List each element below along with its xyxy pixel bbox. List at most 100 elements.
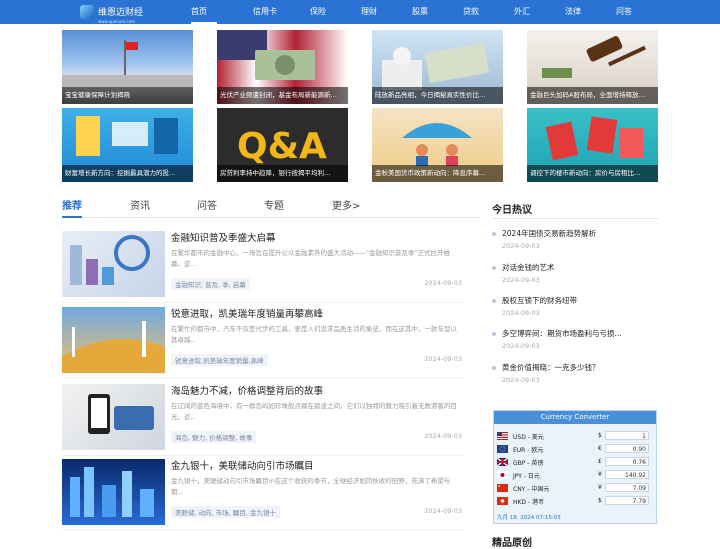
nav-loans[interactable]: 贷款 (463, 0, 503, 24)
nav-qa[interactable]: 问答 (616, 0, 656, 24)
tab-qa[interactable]: 问答 (197, 197, 217, 216)
currency-symbol: $ (598, 497, 602, 504)
currency-code: GBP - 英镑 (513, 460, 544, 467)
logo-icon (80, 5, 94, 19)
hot-item-date: 2024-09-03 (502, 309, 540, 317)
main-nav: 首页 信用卡 保险 理财 股票 贷款 外汇 法律 问答 (180, 0, 656, 24)
tab-recommend[interactable]: 推荐 (62, 197, 82, 218)
logo-domain: www.openum.com (98, 19, 135, 24)
logo-name: 维恩迈财经 (98, 8, 144, 18)
article-tags[interactable]: 锐意进取,凯美瑞年度销量,高峰 (171, 354, 268, 366)
featured-caption: 金秋美国货币政策新动向：降息序幕… (372, 165, 503, 182)
currency-code: HKD - 港币 (513, 499, 545, 506)
featured-tile[interactable]: 金秋美国货币政策新动向：降息序幕… (372, 108, 503, 182)
article-item[interactable]: 金九银十，美联储动向引市场瞩目 金九银十，美联储动向引市场瞩目\n在这个收获的季… (62, 459, 462, 525)
nav-stocks[interactable]: 股票 (412, 0, 452, 24)
currency-amount-input[interactable]: 7.09 (605, 483, 649, 492)
featured-caption: 陆放新品亮相，今日揭秘真实性价比… (372, 87, 503, 104)
article-thumbnail[interactable] (62, 231, 165, 297)
hot-item-date: 2024-09-03 (502, 376, 540, 384)
nav-credit-card[interactable]: 信用卡 (253, 0, 293, 24)
article-summary: 在繁忙的都市中，汽车不仅是代步的工具，更是人们追求品质生活的象征。而在这其中，一… (171, 325, 457, 344)
hot-item-date: 2024-09-03 (502, 276, 540, 284)
article-thumbnail[interactable] (62, 459, 165, 525)
tab-news[interactable]: 资讯 (130, 197, 150, 216)
featured-tile[interactable]: 金融巨头加码A股布局，全面增持释放… (527, 30, 658, 104)
divider (62, 378, 462, 379)
featured-caption: 财富增长新方向：挖掘最具潜力的投… (62, 165, 193, 182)
bullet-icon (492, 232, 496, 236)
featured-tile[interactable]: 宝宝健康保障计划揭晓 (62, 30, 193, 104)
featured-caption: 房贷利率持中趋降，银行按揭平均利… (217, 165, 348, 182)
article-tags[interactable]: 美联储, 动向, 市场, 瞩目, 金九银十 (171, 506, 281, 518)
hot-item-title[interactable]: 多空博弈间：期货市场盈利与亏损... (502, 328, 622, 339)
currency-code: EUR - 欧元 (513, 447, 544, 454)
currency-amount-input[interactable]: 1 (605, 431, 649, 440)
currency-row: HKD - 港币 $ 7.79 (497, 495, 653, 507)
article-title[interactable]: 锐意进取，凯美瑞年度销量再攀高峰 (171, 306, 323, 320)
featured-tile[interactable]: 陆放新品亮相，今日揭秘真实性价比… (372, 30, 503, 104)
hongkong-flag-icon (497, 497, 508, 505)
hot-item-date: 2024-09-03 (502, 342, 540, 350)
currency-row: GBP - 英镑 £ 0.76 (497, 456, 653, 468)
featured-tile[interactable]: Q&A 房贷利率持中趋降，银行按揭平均利… (217, 108, 348, 182)
currency-symbol: ¥ (598, 484, 602, 491)
currency-code: JPY - 日元 (513, 473, 540, 480)
article-item[interactable]: 锐意进取，凯美瑞年度销量再攀高峰 在繁忙的都市中，汽车不仅是代步的工具，更是人们… (62, 307, 462, 373)
site-logo[interactable]: 维恩迈财经 www.openum.com (80, 3, 144, 24)
tab-more[interactable]: 更多> (332, 197, 360, 216)
top-navbar: 维恩迈财经 www.openum.com 首页 信用卡 保险 理财 股票 贷款 … (0, 0, 720, 24)
hot-item-title[interactable]: 股权互锁下的财务纽带 (502, 295, 577, 306)
bullet-icon (492, 366, 496, 370)
article-title[interactable]: 海岛魅力不减，价格调整背后的故事 (171, 383, 323, 397)
featured-tile[interactable]: 光伏产业频遭封闭，基金布局新能源新… (217, 30, 348, 104)
hot-item-title[interactable]: 对话金钱的艺术 (502, 262, 555, 273)
currency-symbol: £ (598, 458, 602, 465)
nav-law[interactable]: 法律 (565, 0, 605, 24)
divider (492, 218, 658, 219)
tab-topics[interactable]: 专题 (264, 197, 284, 216)
nav-home[interactable]: 首页 (191, 0, 217, 24)
content-tabs: 推荐 资讯 问答 专题 更多> (62, 193, 480, 218)
featured-tile[interactable]: 调控下的楼市新动向：房价与房租比… (527, 108, 658, 182)
article-title[interactable]: 金融知识普及季盛大启幕 (171, 230, 276, 244)
article-summary: 在繁华都市的金融中心，一场旨在提升公众金融素养的盛大活动——"金融知识普及季"正… (171, 249, 450, 268)
article-tags[interactable]: 海岛, 魅力, 价格调整, 故事 (171, 431, 257, 443)
article-item[interactable]: 海岛魅力不减，价格调整背后的故事 在辽阔的蓝色海境中，有一群岛屿如珍珠般点缀在碧… (62, 384, 462, 450)
converter-timestamp: 九月 18, 2024 07:15:03 (497, 515, 561, 521)
hot-item-date: 2024-09-03 (502, 242, 540, 250)
nav-wealth[interactable]: 理财 (361, 0, 401, 24)
currency-row: EUR - 欧元 € 0.90 (497, 443, 653, 455)
currency-code: CNY - 中国元 (513, 486, 550, 493)
article-date: 2024-09-03 (424, 355, 462, 363)
hot-item-title[interactable]: 黄金价值揭晓：一克多少钱？ (502, 362, 600, 373)
hot-item-title[interactable]: 2024年国债交易新趋势解析 (502, 228, 596, 239)
currency-amount-input[interactable]: 7.79 (605, 496, 649, 505)
nav-forex[interactable]: 外汇 (514, 0, 554, 24)
nav-insurance[interactable]: 保险 (310, 0, 350, 24)
currency-amount-input[interactable]: 0.76 (605, 457, 649, 466)
svg-text:Q&A: Q&A (237, 126, 327, 167)
featured-caption: 宝宝健康保障计划揭晓 (62, 87, 193, 104)
featured-tile[interactable]: 财富增长新方向：挖掘最具潜力的投… (62, 108, 193, 182)
article-date: 2024-09-03 (424, 432, 462, 440)
article-thumbnail[interactable] (62, 384, 165, 450)
currency-symbol: ¥ (598, 471, 602, 478)
bullet-icon (492, 332, 496, 336)
article-item[interactable]: 金融知识普及季盛大启幕 在繁华都市的金融中心，一场旨在提升公众金融素养的盛大活动… (62, 231, 462, 297)
currency-symbol: € (598, 445, 602, 452)
bullet-icon (492, 266, 496, 270)
original-content-title: 精品原创 (492, 538, 532, 549)
currency-amount-input[interactable]: 0.90 (605, 444, 649, 453)
china-flag-icon (497, 484, 508, 492)
currency-row: CNY - 中国元 ¥ 7.09 (497, 482, 653, 494)
currency-code: USD - 美元 (513, 434, 544, 441)
article-thumbnail[interactable] (62, 307, 165, 373)
featured-caption: 金融巨头加码A股布局，全面增持释放… (527, 87, 658, 104)
article-title[interactable]: 金九银十，美联储动向引市场瞩目 (171, 458, 314, 472)
converter-title: Currency Converter (494, 411, 656, 424)
eu-flag-icon (497, 445, 508, 453)
currency-amount-input[interactable]: 140.92 (605, 470, 649, 479)
article-tags[interactable]: 金融知识, 普及, 季, 启幕 (171, 278, 250, 290)
us-flag-icon (497, 432, 508, 440)
